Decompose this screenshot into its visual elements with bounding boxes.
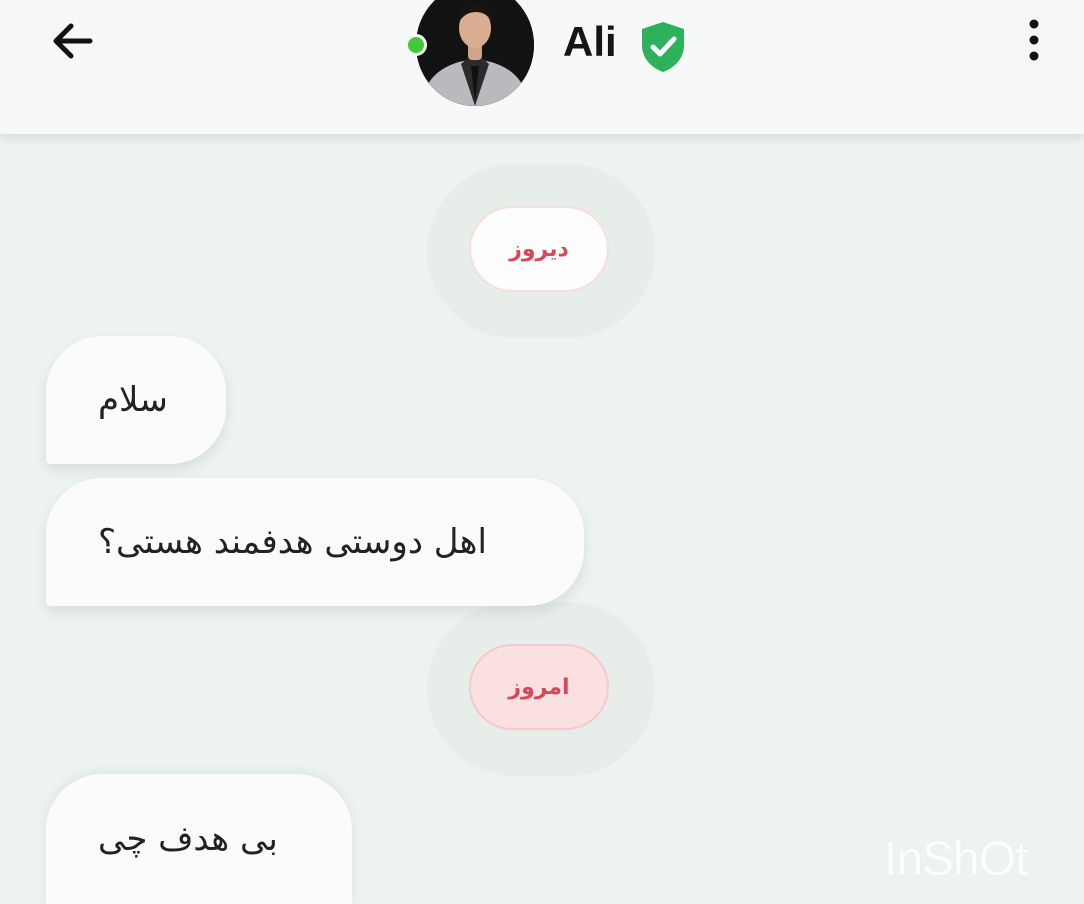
online-status-dot	[405, 34, 427, 56]
message-text: اهل دوستی هدفمند هستی؟	[98, 522, 487, 562]
verified-badge	[637, 19, 689, 75]
back-button[interactable]	[46, 14, 100, 68]
contact-name[interactable]: Ali	[563, 14, 617, 70]
more-options-button[interactable]	[1016, 14, 1052, 70]
date-divider-today: امروز	[469, 644, 609, 730]
shield-check-icon	[642, 22, 684, 72]
message-bubble[interactable]: اهل دوستی هدفمند هستی؟	[46, 478, 584, 606]
more-vertical-icon	[1029, 19, 1039, 61]
chat-header: Ali	[0, 0, 1084, 134]
message-bubble[interactable]: سلام	[46, 336, 226, 464]
message-text: سلام	[98, 380, 168, 420]
arrow-left-icon	[53, 23, 93, 59]
watermark-text: InShOt	[884, 833, 1028, 886]
contact-avatar-wrapper	[405, 0, 534, 106]
avatar[interactable]	[416, 0, 534, 106]
message-text: بی هدف چی	[98, 819, 278, 859]
message-bubble[interactable]: بی هدف چی	[46, 774, 352, 904]
date-divider-yesterday: دیروز	[469, 206, 609, 292]
